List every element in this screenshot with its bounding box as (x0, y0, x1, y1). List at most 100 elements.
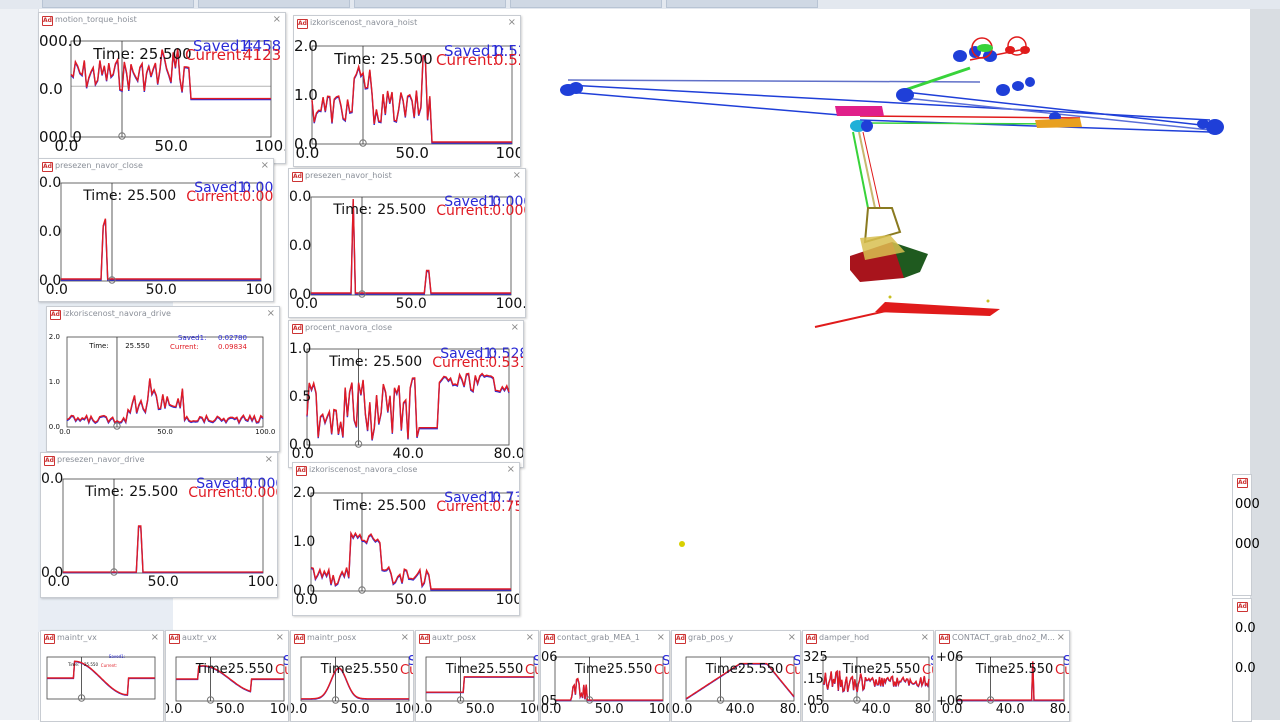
plot-window-presezen-navor-hoist[interactable]: Ad presezen_navor_hoist × Time: 25.500 Saved1… (288, 168, 526, 318)
current-value: 0.09834 (218, 343, 247, 351)
time-value: 25.550 (227, 662, 274, 677)
current-label: Current: (185, 46, 247, 64)
current-label: Current: (1055, 663, 1069, 678)
plot-window-izkoriscenost-navora-drive[interactable]: Ad izkoriscenost_navora_drive × Time: 25.550… (46, 306, 280, 452)
toolbar-tab[interactable] (510, 0, 662, 8)
current-label: Current: (654, 663, 670, 678)
time-label: Time: (334, 50, 376, 68)
x-tick-label: 80.0 (493, 446, 524, 462)
time-value: 25.550 (737, 662, 784, 677)
time-label: Time: (68, 662, 80, 667)
y-tick-label: 000.0 (39, 31, 82, 50)
plot-window-contact-grab-dno2-m[interactable]: AdCONTACT_grab_dno2_M...×Time:25.550Save… (935, 630, 1070, 722)
x-tick-label: 100. (519, 702, 538, 717)
plot-window-izkoriscenost-navora-hoist[interactable]: Ad izkoriscenost_navora_hoist × Time: 25.500… (293, 15, 521, 167)
x-tick-label: 0.0 (671, 702, 693, 717)
toolbar-tab[interactable] (198, 0, 350, 8)
toolbar-tab[interactable] (42, 0, 194, 8)
time-label: Time: (333, 498, 373, 514)
y-tick-label: 0.0 (48, 422, 60, 431)
current-label: Current: (436, 51, 498, 69)
time-value: 25.500 (373, 354, 423, 370)
y-tick-label: 0.0 (41, 471, 64, 487)
x-tick-label: 100.0 (495, 296, 525, 312)
crane-3d-viewport[interactable] (520, 20, 1240, 580)
x-tick-label: 0.0 (45, 282, 68, 298)
x-tick-label: 0.0 (295, 296, 318, 312)
time-label: Time: (195, 662, 232, 677)
x-tick-label: 50.0 (145, 282, 177, 298)
marker-point (679, 541, 685, 547)
x-tick-label: 0.0 (416, 702, 433, 717)
plot-window-presezen-navor-close[interactable]: Ad presezen_navor_close × Time: 25.500 Saved1… (38, 158, 274, 302)
partial-plot-window[interactable]: Ad 000 000 (1232, 474, 1260, 596)
y-tick-label: 325 (803, 649, 828, 665)
ground-plate (814, 295, 1000, 328)
x-tick-label: 0.0 (54, 137, 79, 155)
x-tick-label: 100.0 (255, 428, 276, 436)
partial-plot-window[interactable]: Ad 0.0 0.0 (1232, 598, 1256, 722)
current-series-line (310, 530, 511, 590)
x-tick-label: 50.0 (465, 702, 495, 717)
time-label: Time: (842, 662, 879, 677)
x-tick-label: 50.0 (395, 592, 427, 608)
saved-label: Saved1: (178, 334, 207, 342)
x-tick-label: 0.0 (941, 702, 963, 717)
time-value: 25.550 (606, 662, 653, 677)
crane-trolley-rails (567, 49, 1211, 133)
x-tick-label: 100.0 (245, 282, 273, 298)
x-tick-label: 50.0 (594, 702, 624, 717)
x-tick-label: 0.0 (540, 702, 562, 717)
plot-window-presezen-navor-drive[interactable]: Ad presezen_navor_drive × Time: 25.500 Saved1… (40, 452, 278, 598)
y-tick-label: 06 (541, 649, 558, 665)
saved-label: Saved1: (108, 654, 126, 659)
plot-canvas (310, 196, 512, 298)
current-series-line (61, 218, 261, 280)
x-tick-label: 0.0 (808, 702, 830, 717)
y-tick-label: 0.0 (39, 79, 63, 98)
plot-window-auxtr-vx[interactable]: Adauxtr_vx×Time:25.550Saved1:Current:0.0… (165, 630, 289, 722)
x-tick-label: 50.0 (157, 428, 173, 436)
y-tick-label: 0.0 (39, 175, 62, 191)
plot-window-auxtr-posx[interactable]: Adauxtr_posx×Time:25.550Saved1:Current:0… (415, 630, 539, 722)
x-tick-label: 100.0 (247, 574, 277, 590)
current-label: Current: (432, 355, 490, 371)
plot-window-contact-grab-mea-1[interactable]: Adcontact_grab_MEA_1×Time:25.550Saved1:C… (540, 630, 670, 722)
time-label: Time: (333, 202, 373, 218)
time-value: 25.550 (874, 662, 921, 677)
x-tick-label: 0.0 (291, 702, 308, 717)
toolbar-tab[interactable] (666, 0, 818, 8)
plot-window-izkoriscenost-navora-close[interactable]: Ad izkoriscenost_navora_close × Time: 25.500… (292, 462, 520, 616)
time-value: 25.550 (352, 662, 399, 677)
x-tick-label: 80.0 (1049, 702, 1070, 717)
top-toolbar (0, 0, 1280, 9)
time-value: 25.550 (477, 662, 524, 677)
saved-series-line (66, 379, 264, 425)
time-label: Time: (320, 662, 357, 677)
plot-window-grab-pos-y[interactable]: Adgrab_pos_y×Time:25.550Saved1:Current:0… (671, 630, 801, 722)
y-tick-label: +06 (936, 649, 964, 665)
app-icon: Ad (1237, 602, 1248, 612)
x-tick-label: 100. (648, 702, 669, 717)
y-tick-label: 1.0 (293, 534, 316, 550)
toolbar-tab[interactable] (354, 0, 506, 8)
saved-series-line (61, 219, 261, 281)
y-tick-label: 1.0 (289, 341, 312, 357)
plot-window-procent-navora-close[interactable]: Ad procent_navora_close × Time: 25.500 Saved1… (288, 320, 524, 468)
x-tick-label: 0.0 (166, 702, 183, 717)
x-tick-label: 0.0 (291, 446, 314, 462)
plot-window-damper-hod[interactable]: Addamper_hod×Time:25.550Saved1:Current:3… (802, 630, 934, 722)
edge-y-tick: 000 (1235, 497, 1260, 512)
time-label: Time: (85, 484, 125, 500)
current-label: Current: (100, 663, 118, 668)
current-value: 0.000 (492, 203, 525, 219)
x-tick-label: 50.0 (215, 702, 245, 717)
plot-window-maintr-posx[interactable]: Admaintr_posx×Time:25.550Saved1:Current:… (290, 630, 414, 722)
current-value: 0.000 (244, 485, 277, 501)
current-series-line (66, 378, 264, 424)
plot-window-maintr-vx[interactable]: Ad maintr_vx × Time: 25.550 Saved1: Current: (40, 630, 164, 722)
current-label: Current: (400, 663, 413, 678)
edge-y-tick: 0.0 (1235, 621, 1256, 636)
plot-window-motion-torque-hoist[interactable]: Ad motion_torque_hoist × Time: 25.500 Saved1:… (38, 12, 286, 164)
grab-bucket (850, 131, 928, 282)
